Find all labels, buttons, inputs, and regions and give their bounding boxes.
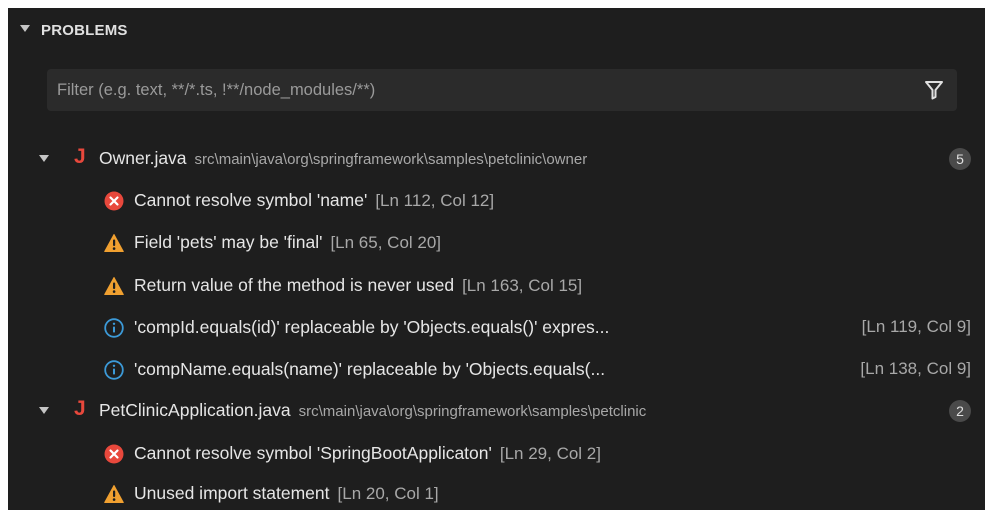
error-icon: [104, 444, 124, 464]
file-row-owner-java[interactable]: J Owner.java src\main\java\org\springfram…: [8, 142, 985, 176]
problem-row[interactable]: Unused import statement [Ln 20, Col 1]: [8, 477, 985, 510]
java-file-icon: J: [74, 145, 86, 168]
warning-icon: [104, 484, 124, 504]
info-icon: [104, 360, 124, 380]
problems-panel-header[interactable]: PROBLEMS: [8, 8, 985, 54]
problem-location: [Ln 119, Col 9]: [861, 317, 971, 336]
funnel-icon[interactable]: [923, 79, 945, 101]
problem-message: 'compId.equals(id)' replaceable by 'Obje…: [134, 317, 610, 337]
problem-message: Field 'pets' may be 'final': [134, 232, 323, 252]
file-name: PetClinicApplication.java: [99, 400, 291, 420]
problem-message: 'compName.equals(name)' replaceable by '…: [134, 359, 606, 379]
problem-location: [Ln 20, Col 1]: [337, 484, 439, 503]
problem-row[interactable]: Cannot resolve symbol 'SpringBootApplica…: [8, 437, 985, 471]
chevron-down-icon[interactable]: [39, 155, 49, 162]
problem-message: Cannot resolve symbol 'SpringBootApplica…: [134, 443, 492, 463]
problem-row[interactable]: Cannot resolve symbol 'name' [Ln 112, Col…: [8, 184, 985, 218]
filter-box: [47, 69, 957, 111]
chevron-down-icon[interactable]: [39, 407, 49, 414]
problem-row[interactable]: Field 'pets' may be 'final' [Ln 65, Col 2…: [8, 226, 985, 260]
error-icon: [104, 191, 124, 211]
panel-title: PROBLEMS: [41, 22, 128, 39]
file-path: src\main\java\org\springframework\sample…: [298, 403, 647, 420]
problem-location: [Ln 163, Col 15]: [462, 276, 583, 295]
problem-message: Return value of the method is never used: [134, 275, 455, 295]
java-file-icon: J: [74, 397, 86, 420]
file-row-petclinicapplication-java[interactable]: J PetClinicApplication.java src\main\java…: [8, 394, 985, 428]
problems-panel: PROBLEMS J Owner.java src\main\java\org\s…: [8, 8, 985, 510]
problem-count-badge: 5: [949, 148, 971, 170]
warning-icon: [104, 276, 124, 296]
problem-row[interactable]: 'compName.equals(name)' replaceable by '…: [8, 353, 985, 387]
problem-location: [Ln 29, Col 2]: [499, 444, 601, 463]
filter-input[interactable]: [57, 69, 897, 111]
problem-message: Unused import statement: [134, 483, 330, 503]
file-path: src\main\java\org\springframework\sample…: [194, 151, 588, 168]
file-name: Owner.java: [99, 148, 187, 168]
problem-message: Cannot resolve symbol 'name': [134, 190, 368, 210]
info-icon: [104, 318, 124, 338]
chevron-down-icon[interactable]: [20, 25, 30, 32]
problem-row[interactable]: Return value of the method is never used…: [8, 269, 985, 303]
problem-count-badge: 2: [949, 400, 971, 422]
problem-location: [Ln 65, Col 20]: [330, 233, 442, 252]
problem-row[interactable]: 'compId.equals(id)' replaceable by 'Obje…: [8, 311, 985, 345]
problem-location: [Ln 138, Col 9]: [860, 359, 971, 378]
warning-icon: [104, 233, 124, 253]
problem-location: [Ln 112, Col 12]: [375, 191, 495, 210]
